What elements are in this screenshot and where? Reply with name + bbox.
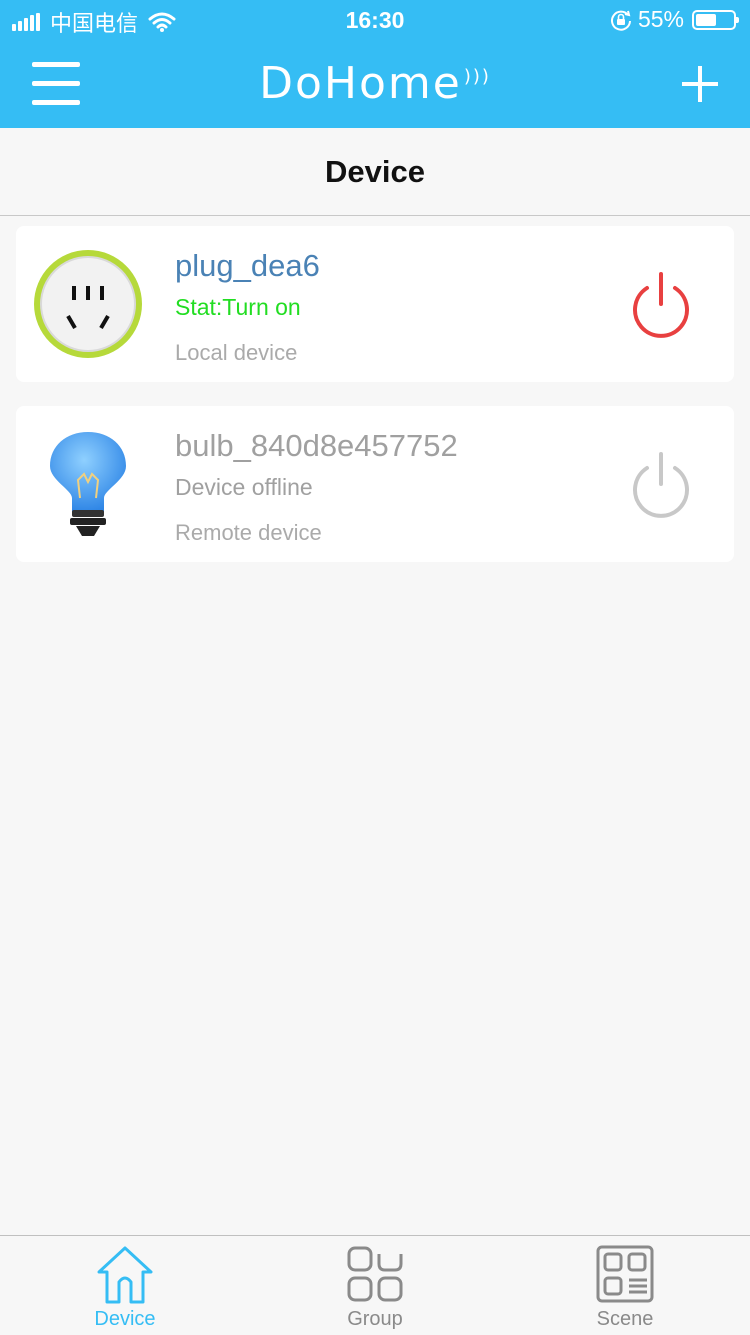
app-header: 中国电信 16:30 55% DoHome))): [0, 0, 750, 128]
battery-icon: [692, 9, 739, 30]
battery-percentage: 55%: [637, 6, 684, 32]
tab-label: Device: [94, 1308, 156, 1330]
device-status: Device offline: [175, 474, 313, 500]
device-location: Remote device: [175, 520, 322, 545]
app-logo-text: DoHome: [259, 58, 462, 109]
add-device-button[interactable]: [682, 66, 718, 102]
bottom-tab-bar: Device Group Scene: [0, 1235, 750, 1334]
device-name: bulb_840d8e457752: [175, 428, 458, 463]
tab-label: Group: [347, 1308, 403, 1330]
group-icon: [347, 1246, 403, 1302]
bulb-icon: [50, 432, 126, 536]
tab-group[interactable]: Group: [250, 1236, 500, 1335]
page-title: Device: [325, 154, 425, 189]
device-card-plug[interactable]: plug_dea6 Stat:Turn on Local device: [16, 226, 734, 382]
scene-icon: [596, 1245, 654, 1303]
status-bar: 中国电信 16:30 55%: [0, 0, 750, 40]
power-button[interactable]: [628, 270, 694, 340]
power-button[interactable]: [628, 450, 694, 520]
device-name: plug_dea6: [175, 248, 320, 283]
page-header: Device: [0, 128, 750, 216]
device-location: Local device: [175, 340, 298, 365]
tab-device[interactable]: Device: [0, 1236, 250, 1335]
plug-icon: [34, 250, 142, 358]
rotation-lock-icon: [610, 10, 631, 31]
home-icon: [97, 1246, 153, 1304]
tab-label: Scene: [596, 1308, 654, 1330]
tab-scene[interactable]: Scene: [500, 1236, 750, 1335]
device-status: Stat:Turn on: [175, 294, 301, 320]
device-card-bulb[interactable]: bulb_840d8e457752 Device offline Remote …: [16, 406, 734, 562]
app-logo: DoHome))): [0, 58, 750, 109]
wifi-signal-icon: ))): [463, 66, 491, 88]
